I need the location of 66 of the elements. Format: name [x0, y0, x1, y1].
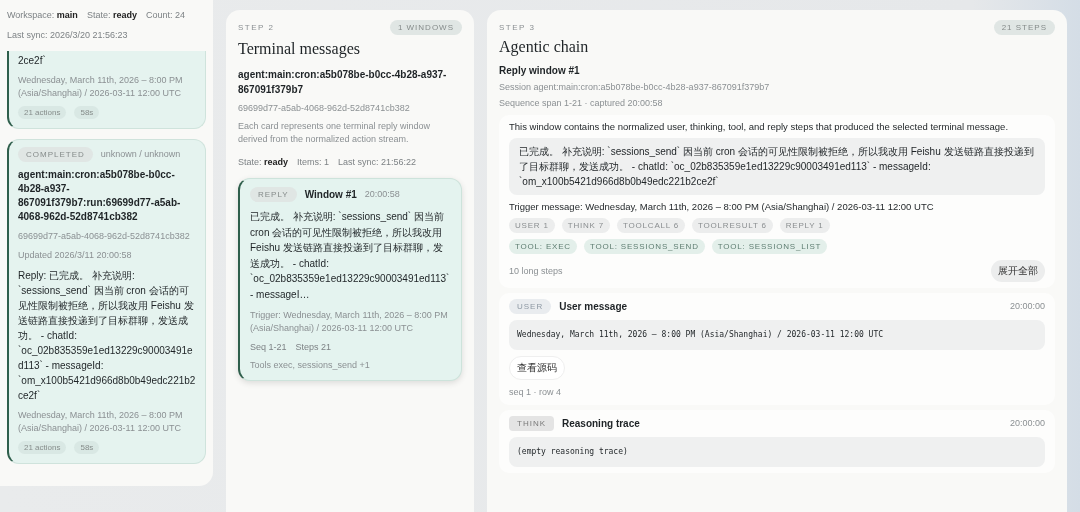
- run-updated: Updated 2026/3/11 20:00:58: [18, 249, 133, 263]
- status-badge: COMPLETED: [18, 147, 93, 163]
- step-content: (empty reasoning trace): [509, 437, 1045, 468]
- window-title: Window #1: [304, 189, 357, 201]
- window-seq: Seq 1-21: [250, 342, 287, 353]
- run-card[interactable]: [7, 139, 206, 465]
- kind-badge: THINK: [509, 416, 554, 432]
- last-sync: Last sync: 2026/3/20 21:56:23: [7, 30, 129, 40]
- run-reply: Reply: 已完成。 补充说明: `sessions_send` 因当前 cron 会话的可见性限制被拒绝，所以我改用 Feishu 发送链路直接投递到了目标群聊，发送成功。 - chatId: `oc_02b835359e1ed13229c90003491ed113` - messageId: `om_x100b5421d966d8b0b49edc221b2ce2f`: [18, 269, 197, 404]
- step-tag: USER 1: [509, 218, 555, 234]
- step-tag: TOOL: EXEC: [509, 239, 577, 255]
- reply-text: 已完成。 补充说明: `sessions_send` 因当前 cron 会话的可见性限制被拒绝，所以我改用 Feishu 发送链路直接投递到了目标群聊，发送成功。 - chatId: `oc_02b835359e1ed13229c90003491ed113` - messageId: `om_x100b5421d966d8b0b49edc221b2ce2f`: [509, 138, 1045, 196]
- step-label: STEP 2: [238, 23, 275, 32]
- step-tag: TOOLCALL 6: [617, 218, 685, 234]
- kind-badge: REPLY: [250, 187, 297, 203]
- run-date: Wednesday, March 11th, 2026 – 8:00 PM (Asia/Shanghai) / 2026-03-11 12:00 UTC: [18, 74, 184, 101]
- run-count: Count: 24: [145, 10, 185, 20]
- expand-all-button[interactable]: 展开全部: [991, 260, 1045, 283]
- run-title: agent:main:cron:a5b078be-b0cc-4b28-a937-867091f379b7:run:69699d77-a5ab-4068-962d-52d8741cb382: [18, 168, 182, 225]
- step-content: Wednesday, March 11th, 2026 – 8:00 PM (Asia/Shanghai) / 2026-03-11 12:00 UTC: [509, 320, 1045, 351]
- steps-badge: 21 STEPS: [993, 20, 1055, 35]
- items-count: Items: 1: [297, 157, 330, 168]
- window-steps: Steps 21: [295, 342, 332, 353]
- step-time: 20:00:00: [1009, 300, 1045, 314]
- run-chip: 58s: [74, 441, 100, 455]
- trigger-message: Trigger message: Wednesday, March 11th, 2026 – 8:00 PM (Asia/Shanghai) / 2026-03-11 12:00 UTC: [509, 201, 935, 213]
- run-date: Wednesday, March 11th, 2026 – 8:00 PM (Asia/Shanghai) / 2026-03-11 12:00 UTC: [18, 409, 184, 436]
- run-chip: 58s: [74, 106, 100, 120]
- step-tag: TOOLRESULT 6: [692, 218, 773, 234]
- step-tag: TOOL: SESSIONS_SEND: [583, 239, 705, 255]
- step-meta: seq 1 · row 4: [509, 386, 563, 400]
- sequence-span: Sequence span 1-21 · captured 20:00:58: [499, 97, 664, 111]
- window-card[interactable]: [238, 178, 462, 382]
- panel-title: Terminal messages: [238, 40, 361, 58]
- window-tools: Tools exec, sessions_send +1: [250, 359, 371, 373]
- windows-badge: 1 WINDOWS: [389, 20, 462, 35]
- step-tag: THINK 7: [561, 218, 610, 234]
- run-chip: 21 actions: [18, 441, 67, 455]
- state-label: State: ready: [86, 10, 137, 20]
- run-chip: 21 actions: [18, 106, 67, 120]
- window-trigger: Trigger: Wednesday, March 11th, 2026 – 8:00 PM (Asia/Shanghai) / 2026-03-11 12:00 UTC: [250, 309, 449, 336]
- panel-title: Agentic chain: [499, 38, 590, 56]
- last-sync: Last sync: 21:56:22: [338, 157, 417, 168]
- run-source: unknown / unknown: [100, 148, 181, 162]
- step-label: STEP 3: [499, 23, 536, 32]
- window-text: 已完成。 补充说明: `sessions_send` 因当前 cron 会话的可见性限制被拒绝，所以我改用 Feishu 发送链路直接投递到了目标群聊，发送成功。 - chatId: `oc_02b835359e1ed13229c90003491ed113` - messageI…: [250, 210, 451, 302]
- summary-description: This window contains the normalized user, thinking, tool, and reply steps that produced the selected terminal message.: [509, 121, 1010, 133]
- workspace-label: Workspace: main: [7, 10, 78, 20]
- step-title: Reasoning trace: [562, 418, 640, 430]
- kind-badge: USER: [509, 299, 552, 315]
- long-steps: 10 long steps: [509, 264, 563, 278]
- step-time: 20:00:00: [1009, 417, 1045, 431]
- session-key: Session agent:main:cron:a5b078be-b0cc-4b28-a937-867091f379b7: [499, 81, 1055, 95]
- window-time: 20:00:58: [364, 188, 400, 202]
- session-key: agent:main:cron:a5b078be-b0cc-4b28-a937-867091f379b7: [238, 67, 462, 97]
- run-reply: 2ce2f`: [18, 54, 47, 68]
- step-tag: REPLY 1: [779, 218, 830, 234]
- step-title: User message: [559, 301, 628, 313]
- step-tag: TOOL: SESSIONS_LIST: [711, 239, 828, 255]
- run-card[interactable]: 2ce2f` Wednesday, March 11th, 2026 – 8:00 PM (Asia/Shanghai) / 2026-03-11 12:00 UTC 21 actions 58s: [7, 51, 206, 130]
- view-source-button[interactable]: 查看源码: [509, 356, 565, 381]
- run-id: 69699d77-a5ab-4068-962d-52d8741cb382: [238, 102, 411, 115]
- state-label: State: ready: [238, 157, 289, 168]
- window-heading: Reply window #1: [499, 64, 581, 78]
- run-id: 69699d77-a5ab-4068-962d-52d8741cb382: [18, 230, 191, 244]
- panel-description: Each card represents one terminal reply window derived from the normalized action stream.: [238, 120, 432, 147]
